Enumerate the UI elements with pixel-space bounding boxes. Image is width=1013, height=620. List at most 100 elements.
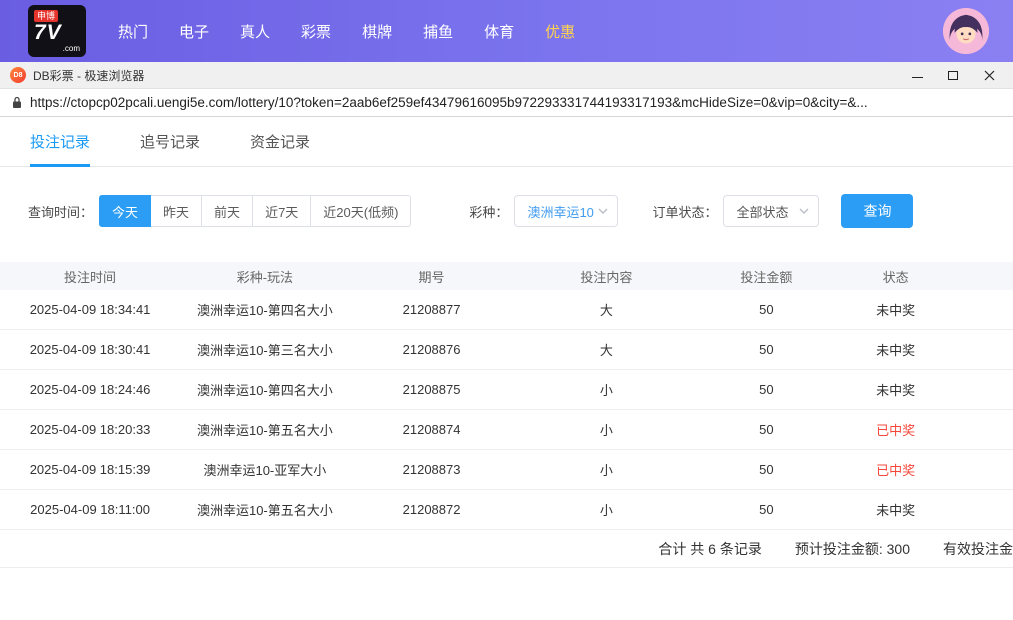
table-row: 2025-04-09 18:15:39 澳洲幸运10-亚军大小 21208873… [0,450,1013,490]
time-filter-group: 今天 昨天 前天 近7天 近20天(低频) [99,195,411,227]
nav-item-live[interactable]: 真人 [240,21,270,42]
minimize-button[interactable] [899,62,935,88]
nav-item-promotions[interactable]: 优惠 [545,21,575,42]
query-button[interactable]: 查询 [841,194,913,228]
chevron-down-icon [799,208,809,214]
bet-game: 澳洲幸运10-第四名大小 [180,300,350,319]
col-header-amount: 投注金额 [699,267,833,286]
table-row: 2025-04-09 18:30:41 澳洲幸运10-第三名大小 2120887… [0,330,1013,370]
table-row: 2025-04-09 18:34:41 澳洲幸运10-第四名大小 2120887… [0,290,1013,330]
logo-text: 7V [34,22,80,44]
bet-amount: 50 [699,422,833,437]
status-cell: 未中奖 [833,500,958,519]
browser-favicon: D8 [10,67,26,83]
bet-time: 2025-04-09 18:24:46 [0,382,180,397]
bet-time: 2025-04-09 18:30:41 [0,342,180,357]
status-cell: 未中奖 [833,380,958,399]
summary-valid-amount: 有效投注金 [943,539,1013,559]
tab-chase-records[interactable]: 追号记录 [140,117,200,166]
order-status-value: 全部状态 [736,202,788,221]
col-header-game: 彩种-玩法 [180,267,350,286]
bet-content: 大 [513,300,699,319]
close-button[interactable] [971,62,1007,88]
bet-issue: 21208872 [350,502,514,517]
tab-fund-records[interactable]: 资金记录 [250,117,310,166]
filter-today[interactable]: 今天 [99,195,151,227]
table-summary: 合计 共 6 条记录 预计投注金额: 300 有效投注金 [0,530,1013,568]
nav-item-board-games[interactable]: 棋牌 [362,21,392,42]
bet-issue: 21208874 [350,422,514,437]
ssl-lock-icon [12,96,22,109]
nav-item-lottery[interactable]: 彩票 [301,21,331,42]
status-cell: 已中奖 [833,420,958,439]
col-header-issue: 期号 [350,267,514,286]
lottery-select[interactable]: 澳洲幸运10 [514,195,618,227]
bet-issue: 21208877 [350,302,514,317]
bet-content: 小 [513,380,699,399]
window-controls [899,62,1007,88]
site-navbar: 申博 7V .com 热门 电子 真人 彩票 棋牌 捕鱼 体育 优惠 [0,0,1013,62]
avatar-illustration [943,8,989,54]
nav-item-slots[interactable]: 电子 [179,21,209,42]
col-header-status: 状态 [833,267,958,286]
site-logo[interactable]: 申博 7V .com [28,5,86,57]
filter-yesterday[interactable]: 昨天 [150,195,202,227]
minimize-icon [912,77,923,78]
bet-game: 澳洲幸运10-第四名大小 [180,380,350,399]
address-bar[interactable]: https://ctopcp02pcali.uengi5e.com/lotter… [0,89,1013,117]
filter-last-7-days[interactable]: 近7天 [252,195,311,227]
summary-total: 合计 共 6 条记录 [658,539,761,559]
bet-content: 大 [513,340,699,359]
logo-domain: .com [63,44,80,53]
screen: 申博 7V .com 热门 电子 真人 彩票 棋牌 捕鱼 体育 优惠 [0,0,1013,620]
logo-badge: 申博 [34,10,58,22]
url-text: https://ctopcp02pcali.uengi5e.com/lotter… [30,95,868,110]
order-status-select[interactable]: 全部状态 [723,195,819,227]
col-header-time: 投注时间 [0,267,180,286]
order-status-label: 订单状态： [652,202,717,221]
status-cell: 未中奖 [833,300,958,319]
nav-item-hot[interactable]: 热门 [118,21,148,42]
table-row: 2025-04-09 18:20:33 澳洲幸运10-第五名大小 2120887… [0,410,1013,450]
bet-time: 2025-04-09 18:11:00 [0,502,180,517]
nav-item-sports[interactable]: 体育 [484,21,514,42]
bet-issue: 21208876 [350,342,514,357]
site-menu: 热门 电子 真人 彩票 棋牌 捕鱼 体育 优惠 [118,21,575,42]
table-row: 2025-04-09 18:24:46 澳洲幸运10-第四名大小 2120887… [0,370,1013,410]
filter-day-before[interactable]: 前天 [201,195,253,227]
time-filter-label: 查询时间： [28,202,93,221]
bet-amount: 50 [699,462,833,477]
table-row: 2025-04-09 18:11:00 澳洲幸运10-第五名大小 2120887… [0,490,1013,530]
status-cell: 未中奖 [833,340,958,359]
bet-content: 小 [513,420,699,439]
filter-bar: 查询时间： 今天 昨天 前天 近7天 近20天(低频) 彩种： 澳洲幸运10 订… [0,194,1013,228]
col-header-content: 投注内容 [513,267,699,286]
bet-game: 澳洲幸运10-第五名大小 [180,500,350,519]
table-header-row: 投注时间 彩种-玩法 期号 投注内容 投注金额 状态 [0,262,1013,290]
nav-item-fishing[interactable]: 捕鱼 [423,21,453,42]
status-cell: 已中奖 [833,460,958,479]
lottery-select-value: 澳洲幸运10 [527,202,593,221]
bet-game: 澳洲幸运10-第三名大小 [180,340,350,359]
record-tabs: 投注记录 追号记录 资金记录 [0,117,1013,167]
maximize-button[interactable] [935,62,971,88]
bet-game: 澳洲幸运10-第五名大小 [180,420,350,439]
chevron-down-icon [598,208,608,214]
lottery-filter-label: 彩种： [469,202,508,221]
bet-content: 小 [513,500,699,519]
user-avatar[interactable] [943,8,989,54]
bet-time: 2025-04-09 18:34:41 [0,302,180,317]
browser-titlebar: D8 DB彩票 - 极速浏览器 [0,62,1013,89]
filter-last-20-days[interactable]: 近20天(低频) [310,195,411,227]
bet-amount: 50 [699,502,833,517]
bet-issue: 21208875 [350,382,514,397]
bet-time: 2025-04-09 18:20:33 [0,422,180,437]
bet-content: 小 [513,460,699,479]
close-icon [984,70,995,81]
maximize-icon [948,71,958,80]
lottery-records-page: 投注记录 追号记录 资金记录 查询时间： 今天 昨天 前天 近7天 近20天(低… [0,117,1013,568]
bet-amount: 50 [699,342,833,357]
tab-bet-records[interactable]: 投注记录 [30,117,90,166]
bet-amount: 50 [699,382,833,397]
bet-records-table: 投注时间 彩种-玩法 期号 投注内容 投注金额 状态 2025-04-09 18… [0,262,1013,568]
